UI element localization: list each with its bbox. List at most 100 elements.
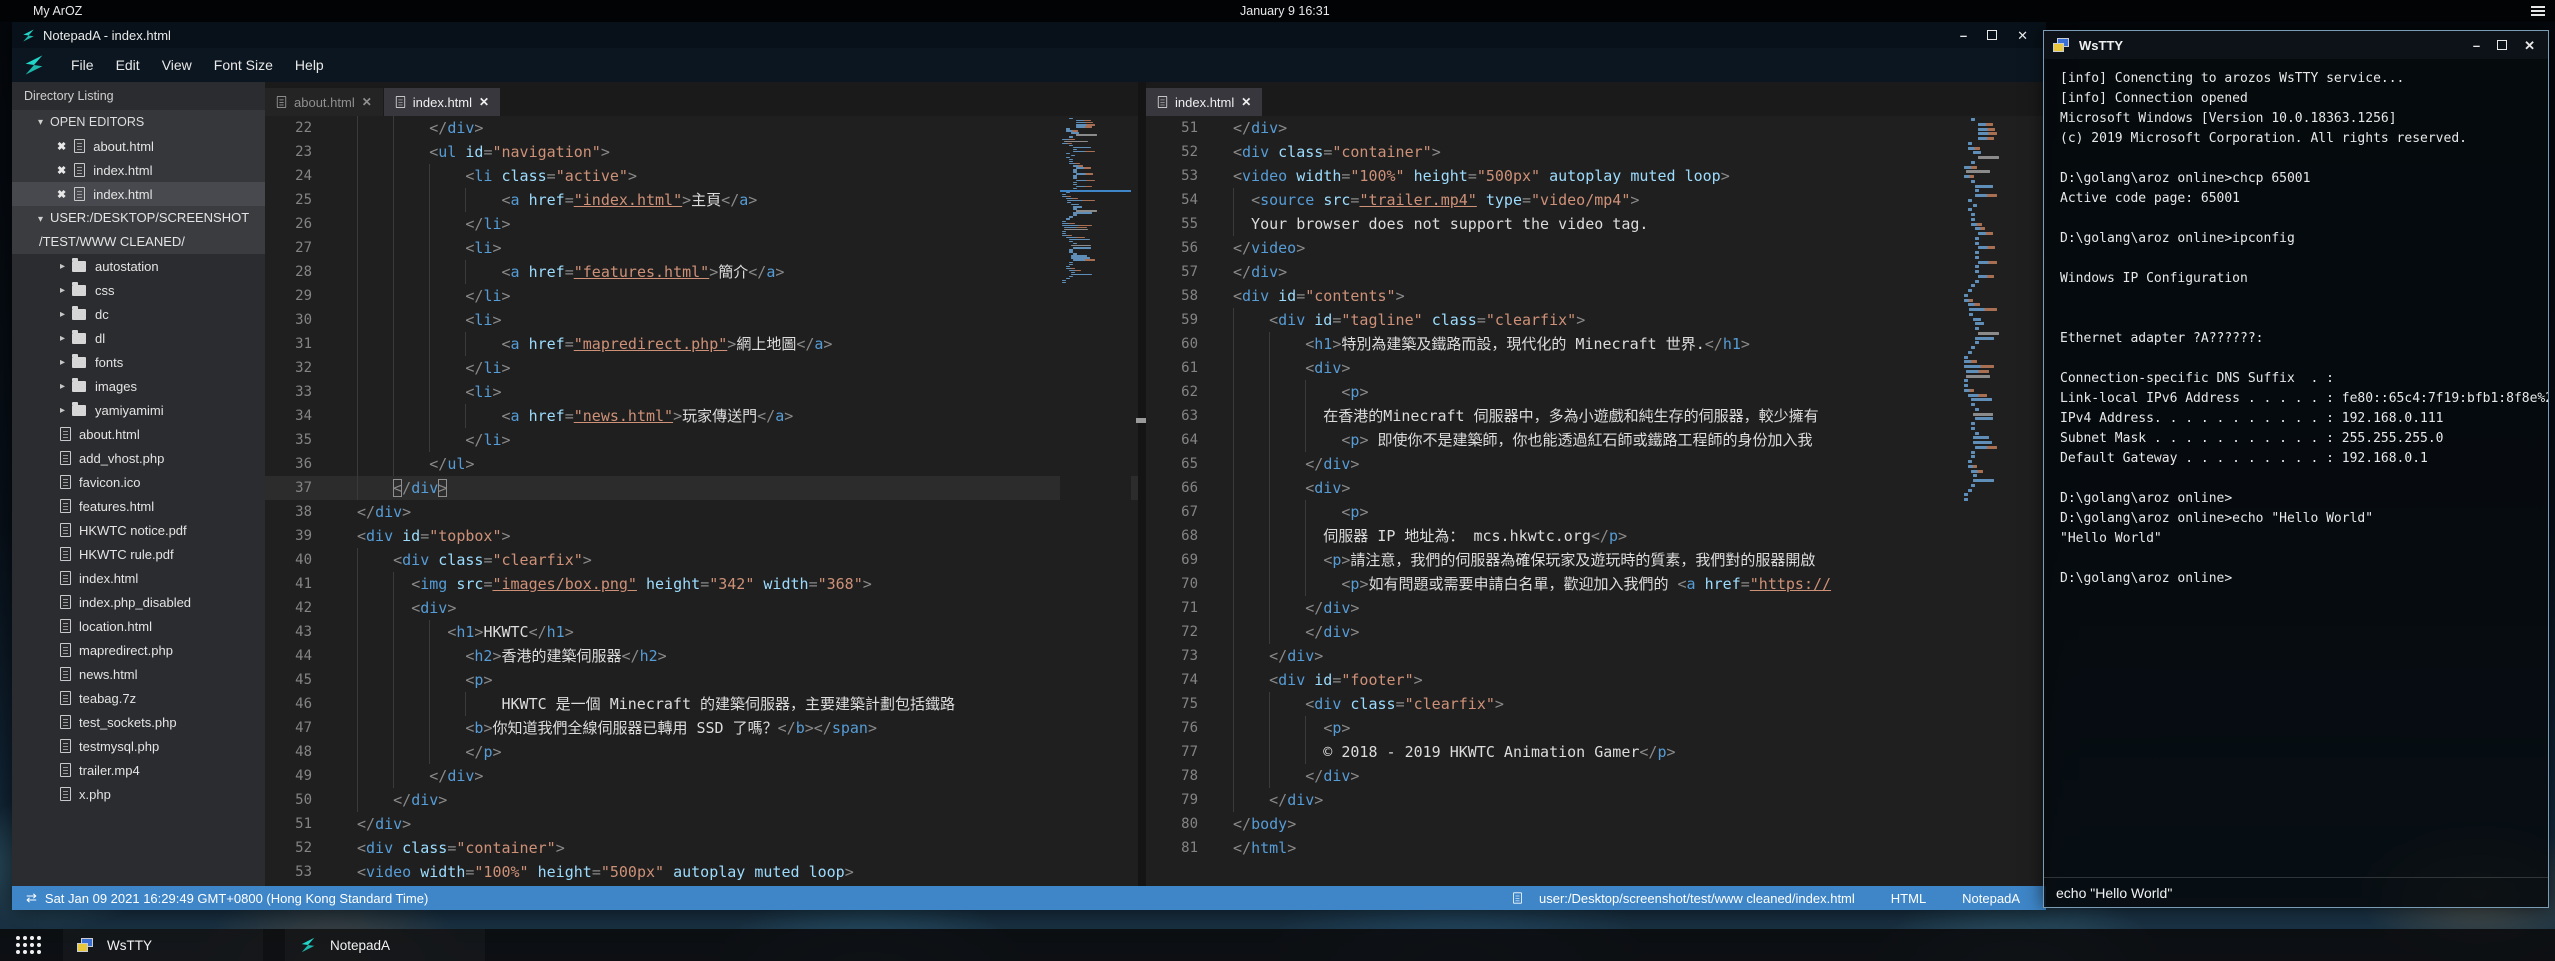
- tab-about.html[interactable]: about.html✕: [265, 88, 383, 116]
- code-line[interactable]: 63 在香港的Minecraft 伺服器中，多為小遊戲和純生存的伺服器，較少擁有: [1146, 404, 2046, 428]
- sidebar-file-teabag.7z[interactable]: teabag.7z: [12, 686, 265, 710]
- minimize-icon[interactable]: –: [2473, 39, 2480, 52]
- code-line[interactable]: 52<div class="container">: [1146, 140, 2046, 164]
- code-line[interactable]: 36 </ul>: [265, 452, 1138, 476]
- code-line[interactable]: 70 <p>如有問題或需要申請白名單，歡迎加入我們的 <a href="http…: [1146, 572, 2046, 596]
- code-line[interactable]: 54 <source src="trailer.mp4" type="video…: [1146, 188, 2046, 212]
- code-line[interactable]: 64 <p> 即使你不是建築師，你也能透過紅石師或鐵路工程師的身份加入我: [1146, 428, 2046, 452]
- code-line[interactable]: 38</div>: [265, 500, 1138, 524]
- code-line[interactable]: 46 HKWTC 是一個 Minecraft 的建築伺服器，主要建築計劃包括鐵路: [265, 692, 1138, 716]
- minimize-icon[interactable]: –: [1960, 29, 1967, 42]
- sidebar-file-location.html[interactable]: location.html: [12, 614, 265, 638]
- code-line[interactable]: 77 © 2018 - 2019 HKWTC Animation Gamer</…: [1146, 740, 2046, 764]
- sidebar-file-HKWTC_rule.pdf[interactable]: HKWTC rule.pdf: [12, 542, 265, 566]
- code-line[interactable]: 78 </div>: [1146, 764, 2046, 788]
- code-line[interactable]: 29 </li>: [265, 284, 1138, 308]
- wstty-titlebar[interactable]: WsTTY – ✕: [2044, 31, 2548, 59]
- code-line[interactable]: 60 <h1>特別為建築及鐵路而設，現代化的 Minecraft 世界.</h1…: [1146, 332, 2046, 356]
- terminal-input[interactable]: echo "Hello World": [2044, 877, 2548, 907]
- code-line[interactable]: 25 <a href="index.html">主頁</a>: [265, 188, 1138, 212]
- left-code-area[interactable]: 22 </div>23 <ul id="navigation">24 <li c…: [265, 116, 1138, 886]
- sidebar-file-index.php_disabled[interactable]: index.php_disabled: [12, 590, 265, 614]
- code-line[interactable]: 61 <div>: [1146, 356, 2046, 380]
- code-line[interactable]: 44 <h2>香港的建築伺服器</h2>: [265, 644, 1138, 668]
- open-editor-item[interactable]: ✖index.html: [12, 182, 265, 206]
- code-line[interactable]: 74 <div id="footer">: [1146, 668, 2046, 692]
- close-editor-icon[interactable]: ✖: [57, 140, 66, 153]
- code-line[interactable]: 58<div id="contents">: [1146, 284, 2046, 308]
- tab-close-icon[interactable]: ✕: [362, 95, 372, 109]
- code-line[interactable]: 45 <p>: [265, 668, 1138, 692]
- code-line[interactable]: 66 <div>: [1146, 476, 2046, 500]
- status-file-path[interactable]: user:/Desktop/screenshot/test/www cleane…: [1539, 891, 1855, 906]
- minimap-viewport-indicator[interactable]: [1060, 190, 1131, 192]
- menu-help[interactable]: Help: [284, 57, 335, 73]
- system-menu-icon[interactable]: [2531, 6, 2545, 16]
- close-editor-icon[interactable]: ✖: [57, 188, 66, 201]
- sidebar-folder-dc[interactable]: ▸dc: [12, 302, 265, 326]
- code-line[interactable]: 32 </li>: [265, 356, 1138, 380]
- code-line[interactable]: 39<div id="topbox">: [265, 524, 1138, 548]
- code-line[interactable]: 71 </div>: [1146, 596, 2046, 620]
- code-line[interactable]: 73 </div>: [1146, 644, 2046, 668]
- sidebar-section-open-editors[interactable]: ▾OPEN EDITORS: [12, 110, 265, 134]
- code-line[interactable]: 48 </p>: [265, 740, 1138, 764]
- sidebar-file-favicon.ico[interactable]: favicon.ico: [12, 470, 265, 494]
- sidebar-file-index.html[interactable]: index.html: [12, 566, 265, 590]
- code-line[interactable]: 30 <li>: [265, 308, 1138, 332]
- menu-edit[interactable]: Edit: [105, 57, 151, 73]
- close-icon[interactable]: ✕: [2017, 29, 2028, 42]
- code-line[interactable]: 31 <a href="mapredirect.php">網上地圖</a>: [265, 332, 1138, 356]
- code-line[interactable]: 57</div>: [1146, 260, 2046, 284]
- code-line[interactable]: 37 </div>: [265, 476, 1138, 500]
- code-line[interactable]: 76 <p>: [1146, 716, 2046, 740]
- code-line[interactable]: 28 <a href="features.html">簡介</a>: [265, 260, 1138, 284]
- right-minimap[interactable]: [1962, 118, 2009, 886]
- sidebar-file-add_vhost.php[interactable]: add_vhost.php: [12, 446, 265, 470]
- split-divider[interactable]: [1138, 82, 1146, 886]
- tab-close-icon[interactable]: ✕: [479, 95, 489, 109]
- code-line[interactable]: 47 <b>你知道我們全線伺服器已轉用 SSD 了嗎？</b></span>: [265, 716, 1138, 740]
- menu-view[interactable]: View: [151, 57, 203, 73]
- code-line[interactable]: 35 </li>: [265, 428, 1138, 452]
- code-line[interactable]: 26 </li>: [265, 212, 1138, 236]
- code-line[interactable]: 72 </div>: [1146, 620, 2046, 644]
- taskbar-item-notepada[interactable]: NotepadA: [285, 929, 485, 961]
- code-line[interactable]: 40 <div class="clearfix">: [265, 548, 1138, 572]
- code-line[interactable]: 79 </div>: [1146, 788, 2046, 812]
- sidebar-file-testmysql.php[interactable]: testmysql.php: [12, 734, 265, 758]
- close-editor-icon[interactable]: ✖: [57, 164, 66, 177]
- code-line[interactable]: 34 <a href="news.html">玩家傳送門</a>: [265, 404, 1138, 428]
- code-line[interactable]: 55 Your browser does not support the vid…: [1146, 212, 2046, 236]
- code-line[interactable]: 27 <li>: [265, 236, 1138, 260]
- code-line[interactable]: 51</div>: [265, 812, 1138, 836]
- open-editor-item[interactable]: ✖index.html: [12, 158, 265, 182]
- code-line[interactable]: 59 <div id="tagline" class="clearfix">: [1146, 308, 2046, 332]
- code-line[interactable]: 22 </div>: [265, 116, 1138, 140]
- code-line[interactable]: 51</div>: [1146, 116, 2046, 140]
- sidebar-folder-dl[interactable]: ▸dl: [12, 326, 265, 350]
- code-line[interactable]: 62 <p>: [1146, 380, 2046, 404]
- code-line[interactable]: 49 </div>: [265, 764, 1138, 788]
- code-line[interactable]: 68 伺服器 IP 地址為： mcs.hkwtc.org</p>: [1146, 524, 2046, 548]
- code-line[interactable]: 75 <div class="clearfix">: [1146, 692, 2046, 716]
- code-line[interactable]: 80</body>: [1146, 812, 2046, 836]
- sidebar-file-trailer.mp4[interactable]: trailer.mp4: [12, 758, 265, 782]
- sidebar-file-mapredirect.php[interactable]: mapredirect.php: [12, 638, 265, 662]
- sidebar-file-x.php[interactable]: x.php: [12, 782, 265, 806]
- menu-file[interactable]: File: [60, 57, 105, 73]
- maximize-icon[interactable]: [2497, 40, 2507, 50]
- code-line[interactable]: 50 </div>: [265, 788, 1138, 812]
- close-icon[interactable]: ✕: [2524, 39, 2535, 52]
- taskbar-item-wstty[interactable]: WsTTY: [63, 929, 263, 961]
- sidebar-folder-fonts[interactable]: ▸fonts: [12, 350, 265, 374]
- code-line[interactable]: 53<video width="100%" height="500px" aut…: [265, 860, 1138, 884]
- sidebar-folder-css[interactable]: ▸css: [12, 278, 265, 302]
- code-line[interactable]: 43 <h1>HKWTC</h1>: [265, 620, 1138, 644]
- tab-close-icon[interactable]: ✕: [1241, 95, 1251, 109]
- code-line[interactable]: 56</video>: [1146, 236, 2046, 260]
- maximize-icon[interactable]: [1987, 30, 1997, 40]
- code-line[interactable]: 53<video width="100%" height="500px" aut…: [1146, 164, 2046, 188]
- notepada-titlebar[interactable]: NotepadA - index.html – ✕: [12, 22, 2046, 48]
- code-line[interactable]: 23 <ul id="navigation">: [265, 140, 1138, 164]
